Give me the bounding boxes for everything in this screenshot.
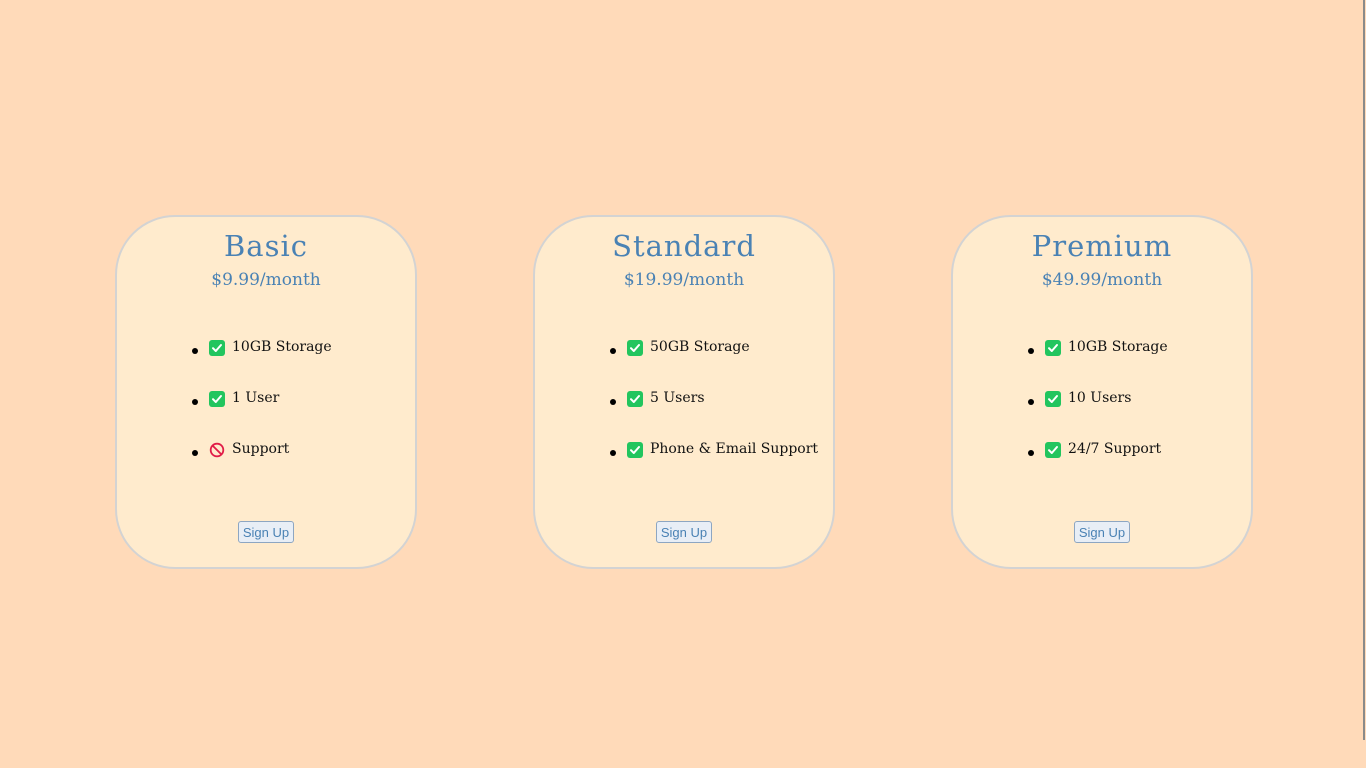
feature-item: 50GB Storage: [535, 338, 833, 389]
feature-label: 5 Users: [650, 390, 705, 406]
bullet-icon: [1028, 348, 1034, 354]
plan-name: Standard: [612, 229, 756, 263]
bullet-icon: [1028, 399, 1034, 405]
bullet-icon: [192, 450, 198, 456]
check-icon: [209, 340, 225, 356]
sign-up-button[interactable]: Sign Up: [1074, 521, 1130, 543]
bullet-icon: [192, 399, 198, 405]
plan-name: Premium: [1031, 229, 1173, 263]
bullet-icon: [610, 450, 616, 456]
check-icon: [1045, 391, 1061, 407]
feature-list: 10GB Storage 10 Users 24/7 Support: [953, 338, 1251, 491]
feature-label: 1 User: [232, 390, 280, 406]
feature-label: 10GB Storage: [232, 339, 332, 355]
feature-label: Support: [232, 441, 290, 457]
prohibited-icon: [209, 442, 225, 458]
pricing-page: Basic $9.99/month 10GB Storage 1 User Su…: [0, 0, 1366, 768]
feature-label: 10GB Storage: [1068, 339, 1168, 355]
scrollbar[interactable]: [1362, 0, 1366, 768]
bullet-icon: [192, 348, 198, 354]
feature-item: 1 User: [117, 389, 415, 440]
plan-card-basic: Basic $9.99/month 10GB Storage 1 User Su…: [115, 215, 417, 569]
feature-item: 10GB Storage: [117, 338, 415, 389]
feature-list: 10GB Storage 1 User Support: [117, 338, 415, 491]
plan-card-premium: Premium $49.99/month 10GB Storage 10 Use…: [951, 215, 1253, 569]
feature-item: Phone & Email Support: [535, 440, 833, 491]
sign-up-button[interactable]: Sign Up: [238, 521, 294, 543]
feature-item: Support: [117, 440, 415, 491]
plan-price: $19.99/month: [623, 270, 745, 290]
feature-item: 24/7 Support: [953, 440, 1251, 491]
feature-label: Phone & Email Support: [650, 441, 819, 457]
check-icon: [209, 391, 225, 407]
check-icon: [627, 391, 643, 407]
feature-label: 10 Users: [1068, 390, 1132, 406]
feature-list: 50GB Storage 5 Users Phone & Email Suppo…: [535, 338, 833, 491]
check-icon: [627, 340, 643, 356]
scrollbar-thumb[interactable]: [1363, 0, 1365, 740]
feature-item: 10 Users: [953, 389, 1251, 440]
feature-item: 10GB Storage: [953, 338, 1251, 389]
plan-price: $49.99/month: [1041, 270, 1163, 290]
check-icon: [1045, 340, 1061, 356]
plan-name: Basic: [224, 229, 308, 263]
feature-label: 50GB Storage: [650, 339, 750, 355]
check-icon: [627, 442, 643, 458]
feature-label: 24/7 Support: [1068, 441, 1162, 457]
plan-card-standard: Standard $19.99/month 50GB Storage 5 Use…: [533, 215, 835, 569]
bullet-icon: [1028, 450, 1034, 456]
feature-item: 5 Users: [535, 389, 833, 440]
bullet-icon: [610, 348, 616, 354]
check-icon: [1045, 442, 1061, 458]
sign-up-button[interactable]: Sign Up: [656, 521, 712, 543]
plan-price: $9.99/month: [211, 270, 321, 290]
bullet-icon: [610, 399, 616, 405]
